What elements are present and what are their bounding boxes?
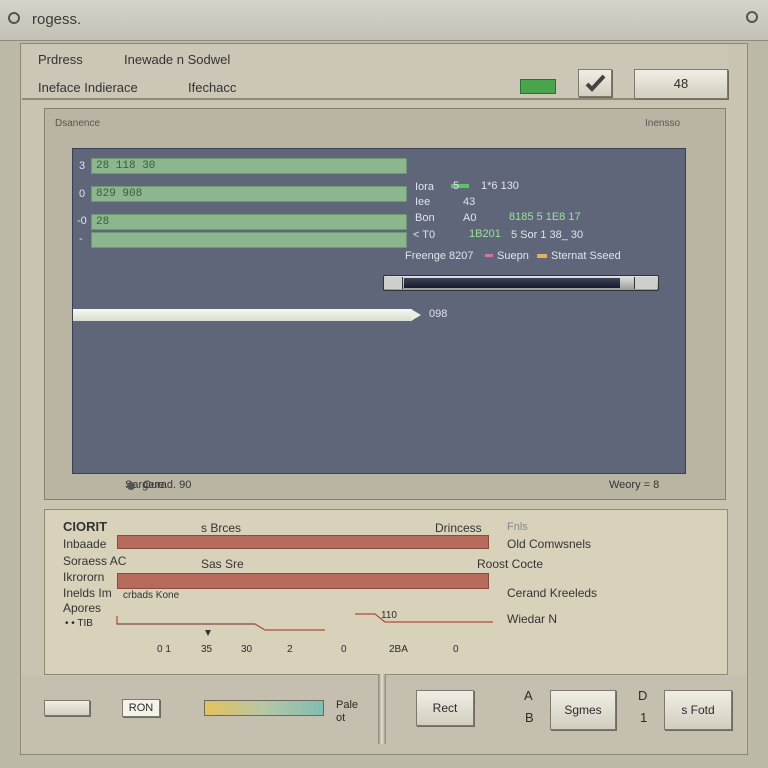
- divider-handle[interactable]: [378, 674, 386, 744]
- axis-tick: 0: [341, 644, 347, 655]
- row-mid: Sas Sre: [201, 557, 244, 571]
- right-col-item: Fnls: [507, 521, 528, 533]
- row-label: Inelds Im: [63, 586, 112, 600]
- legend-right: Sternat Sseed: [551, 250, 621, 262]
- right-col-item: Old Comwsnels: [507, 537, 592, 551]
- readout-b: A0: [463, 212, 477, 224]
- title-bar: rogess.: [0, 0, 768, 41]
- right-col-item: Cerand Kreeleds: [507, 586, 598, 600]
- legend-left: Freenge 8207: [405, 250, 474, 262]
- a-label: A: [524, 688, 533, 703]
- panel-footer-right: Weory = 8: [609, 479, 660, 491]
- s-label: 1: [640, 710, 648, 725]
- row-mid: crbads Kone: [123, 590, 180, 601]
- row-right: Roost Cocte: [477, 557, 544, 571]
- value-box[interactable]: 48: [634, 69, 728, 99]
- slider-right-cap[interactable]: [634, 277, 657, 289]
- header-sub-right: Ifechacc: [188, 80, 237, 95]
- lower-title: CIORIT: [63, 519, 108, 534]
- fold-button[interactable]: s Fotd: [664, 690, 732, 730]
- bar-marker: 3: [79, 160, 86, 172]
- row-right: Drincess: [435, 521, 482, 535]
- readout-b: 5: [453, 180, 460, 192]
- bar-row-2: 829 908: [91, 186, 407, 202]
- progress-label: 098: [429, 308, 448, 320]
- row-label: Inbaade: [63, 537, 107, 551]
- readout-c: 8185 5 1E8 17: [509, 211, 581, 223]
- check-button[interactable]: [578, 69, 612, 97]
- bar-label: 829 908: [96, 188, 143, 200]
- legend-swatch-pink: [485, 254, 493, 257]
- bar-row-3: 28: [91, 214, 407, 230]
- gradient-label-2: ot: [336, 712, 346, 724]
- readout-c: 1*6 130: [481, 180, 519, 192]
- bar-marker: 0: [79, 188, 86, 200]
- header: Prdress Inewade n Sodwel Ineface Indiera…: [22, 44, 728, 100]
- bar-row-1: 28 118 30: [91, 158, 407, 174]
- axis-tick: 2BA: [389, 644, 408, 655]
- readout-b: 43: [463, 196, 476, 208]
- row-label: Soraess AC: [63, 554, 127, 568]
- axis-tick: 0 1: [157, 644, 171, 655]
- square-label: B: [525, 710, 534, 725]
- close-icon[interactable]: [746, 11, 758, 23]
- header-sub-left: Ineface Indierace: [38, 80, 138, 95]
- app-icon: [8, 12, 20, 24]
- mini-line-chart: [116, 613, 493, 631]
- horizontal-slider[interactable]: [383, 275, 659, 291]
- readout-c: 5 Sor 1 38_ 30: [511, 229, 584, 241]
- bar-label: 28 118 30: [96, 160, 156, 172]
- panel-title-right: Inensso: [645, 118, 681, 129]
- slider-left-cap[interactable]: [384, 277, 403, 289]
- red-bar-1: [117, 535, 489, 549]
- mini-label: • • TIB: [65, 618, 93, 629]
- panel-title: Dsanence: [55, 118, 101, 129]
- axis-tick: 35: [201, 644, 213, 655]
- red-bar-2: [117, 573, 489, 589]
- ron-button[interactable]: RON: [122, 699, 160, 717]
- right-col-item: Wiedar N: [507, 612, 558, 626]
- graph-area: 3 28 118 30 0 829 908 -0 28 - Iora 5 1*6…: [72, 148, 686, 474]
- readout-a: Iora: [415, 181, 434, 193]
- header-title-right: Inewade n Sodwel: [124, 52, 231, 67]
- lower-panel: CIORIT Inbaade s Brces Drincess Soraess …: [44, 509, 728, 675]
- marker-icon: [205, 630, 211, 636]
- segments-button[interactable]: Sgmes: [550, 690, 616, 730]
- row-label: Apores: [63, 601, 102, 615]
- header-title-left: Prdress: [38, 52, 83, 67]
- check-icon: [585, 74, 606, 92]
- slider-fill: [404, 278, 620, 288]
- axis-tick: 2: [287, 644, 293, 655]
- legend-mid: Suepn: [497, 250, 529, 262]
- readout-b: 1B201: [469, 228, 501, 240]
- bar-marker: -0: [77, 215, 87, 227]
- bar-row-4: [91, 232, 407, 248]
- rect-button[interactable]: Rect: [416, 690, 474, 726]
- blank-button[interactable]: [44, 700, 90, 716]
- progress-arrow-icon: [411, 309, 421, 321]
- d-label: D: [638, 688, 648, 703]
- row-mid: s Brces: [201, 521, 242, 535]
- readout-a: Iee: [415, 196, 431, 208]
- status-indicator: [520, 79, 556, 94]
- progress-track: [73, 309, 419, 321]
- gradient-label-1: Pale: [336, 699, 359, 711]
- progress-fill: [73, 309, 413, 321]
- legend-swatch-yellow: [537, 254, 547, 258]
- gradient-slider[interactable]: [204, 700, 324, 716]
- readout-a: Bon: [415, 212, 435, 224]
- readout-a: < T0: [413, 229, 436, 241]
- axis-tick: 0: [453, 644, 459, 655]
- axis-tick: 30: [241, 644, 253, 655]
- footer-dot-icon: [127, 482, 135, 490]
- bar-marker: -: [79, 233, 83, 245]
- row-label: Ikrororn: [63, 570, 105, 584]
- window-title: rogess.: [32, 11, 82, 28]
- bar-label: 28: [96, 216, 110, 228]
- panel-footer-mid: Curad. 90: [143, 479, 192, 491]
